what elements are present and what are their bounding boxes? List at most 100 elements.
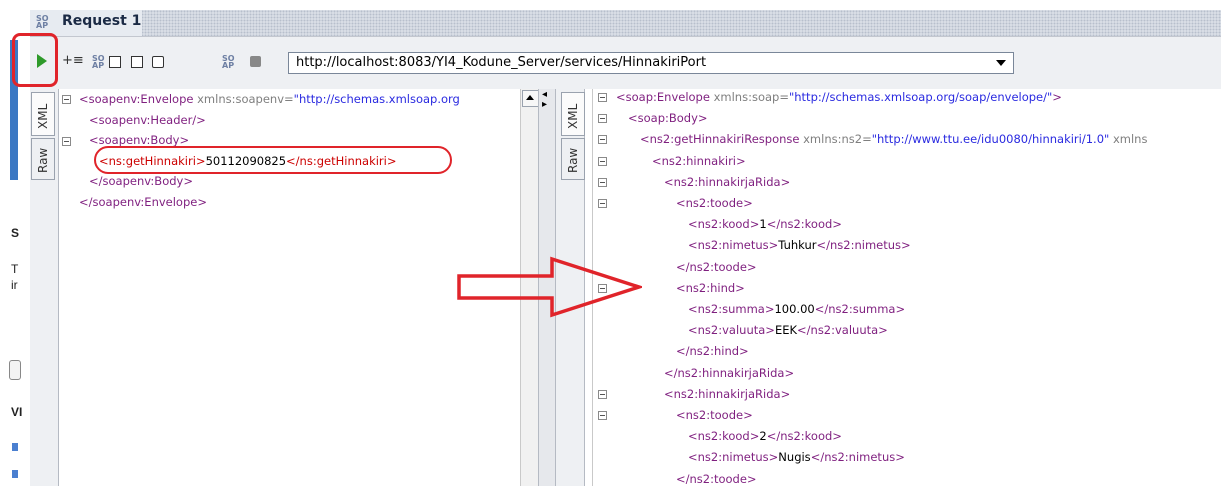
xml-token: </ns2:hind> [676,344,749,359]
request-fold-gutter [59,89,75,486]
fold-toggle[interactable] [598,93,607,102]
annotation-arrow [457,256,642,318]
xml-token: <ns2:valuuta> [688,323,775,338]
xml-line: <soapenv:Body> [89,133,189,147]
xml-token: > [1052,90,1062,104]
xml-token: <ns2:summa> [688,302,775,316]
background-icon [12,443,18,451]
xml-token: </ns2:nimetus> [810,450,905,465]
xml-token: xmlns [1109,132,1148,147]
xml-token: <soapenv:Header/> [89,112,206,127]
background-letter: ir [11,278,18,292]
chevron-down-icon[interactable] [996,60,1006,66]
xml-token: <ns2:hinnakiri> [652,153,746,168]
collapse-right-icon[interactable]: ▸ [542,99,547,110]
xml-line: <ns2:hinnakirjaRida> [664,387,790,401]
xml-line: <ns2:toode> [676,408,753,422]
response-xml-editor[interactable]: <soap:Envelope xmlns:soap="http://schema… [612,89,1221,486]
endpoint-url: http://localhost:8083/YI4_Kodune_Server/… [296,55,707,70]
xml-token: </ns2:toode> [676,471,757,486]
xml-line: <ns2:nimetus>Tuhkur</ns2:nimetus> [688,238,911,252]
xml-token: Nugis [778,450,811,465]
xml-token: xmlns:soap= [713,90,789,104]
xml-token: <soapenv:Body> [89,133,190,147]
fold-toggle[interactable] [598,199,607,208]
xml-line: <soapenv:Envelope xmlns:soapenv="http://… [79,92,460,106]
xml-token: <soap:Envelope [616,90,714,104]
xml-line: <ns2:kood>2</ns2:kood> [688,429,842,443]
xml-token: 100.00 [774,302,815,316]
xml-token: Tuhkur [778,238,817,253]
duplicate-icon[interactable] [152,56,164,68]
stop-icon[interactable] [250,56,261,67]
tab-response-xml[interactable]: XML [561,92,585,136]
tab-request-xml[interactable]: XML [31,92,55,136]
xml-token: </ns2:kood> [766,429,842,444]
xml-token: </ns2:kood> [766,217,842,232]
xml-token: </soapenv:Body> [89,174,193,188]
tab-response-raw[interactable]: Raw [561,138,585,180]
background-letter: VI [11,405,23,419]
xml-line: </ns2:toode> [676,472,757,486]
run-button-highlight [12,33,58,87]
xml-token: 2 [759,429,767,444]
xml-line: <soapenv:Header/> [89,113,206,127]
xml-token: xmlns:soapenv= [197,92,294,106]
xml-token: <ns2:hinnakirjaRida> [664,174,791,189]
xml-token: "http://schemas.xmlsoap.org [293,92,460,106]
fold-toggle[interactable] [598,177,607,187]
layout-icon[interactable] [109,56,121,68]
xml-token: </ns2:nimetus> [816,238,911,253]
xml-line: <ns2:toode> [676,196,753,210]
xml-token: <ns2:toode> [676,408,753,422]
xml-line: </ns2:hinnakirjaRida> [664,366,794,380]
xml-line: </soapenv:Body> [89,174,193,188]
xml-token: xmlns:ns2= [803,132,872,147]
xml-line: <ns2:valuuta>EEK</ns2:valuuta> [688,323,888,337]
xml-line: <ns2:summa>100.00</ns2:summa> [688,302,905,316]
window-icon[interactable] [131,56,143,68]
xml-token: "http://www.ttu.ee/idu0080/hinnakiri/1.0… [871,132,1110,147]
xml-line: <soap:Body> [628,111,708,125]
xml-token: <ns2:nimetus> [688,238,779,253]
fold-toggle[interactable] [62,137,71,146]
soap-icon[interactable]: SO AP [222,55,235,70]
fold-toggle[interactable] [598,389,607,399]
xml-token: EEK [774,323,798,338]
xml-token: <ns2:toode> [676,196,753,210]
xml-line: <ns2:hinnakiri> [652,154,746,168]
xml-token: <ns2:kood> [688,429,760,444]
add-assertion-icon[interactable]: +≡ [62,53,84,68]
background-letter: S [11,226,20,240]
fold-toggle[interactable] [598,411,607,420]
soap-icon[interactable]: SO AP [92,55,105,70]
xml-token: "http://schemas.xmlsoap.org/soap/envelop… [788,90,1053,104]
xml-token: <ns2:kood> [688,217,760,232]
xml-line: <ns2:kood>1</ns2:kood> [688,217,842,231]
scroll-up-button[interactable] [522,90,539,107]
soap-icon: SO AP [36,14,49,30]
fold-toggle[interactable] [62,95,71,104]
xml-token: <soapenv:Envelope [79,92,198,106]
xml-line: </ns2:hind> [676,344,749,358]
request-title-bar [30,10,1221,37]
xml-token: </ns2:summa> [814,302,906,316]
request-title: Request 1 [62,13,142,29]
xml-line: <ns2:nimetus>Nugis</ns2:nimetus> [688,450,905,464]
fold-toggle[interactable] [598,156,607,166]
xml-token: </ns2:hinnakirjaRida> [664,365,795,380]
xml-line: <ns2:hinnakirjaRida> [664,175,790,189]
xml-token: </ns2:toode> [676,259,757,274]
xml-token: <ns2:nimetus> [688,450,779,465]
background-letter: T [11,262,19,276]
background-icon [12,470,18,478]
xml-line: <ns2:hind> [676,281,745,295]
fold-toggle[interactable] [598,135,607,145]
xml-line: </soapenv:Envelope> [79,195,207,209]
xml-token: <ns2:getHinnakiriResponse [640,132,804,147]
tab-request-raw[interactable]: Raw [31,138,55,180]
xml-token: </soapenv:Envelope> [79,194,207,209]
fold-toggle[interactable] [598,114,607,124]
xml-token: <ns2:hind> [676,280,745,295]
xml-token: <ns2:hinnakirjaRida> [664,386,791,401]
